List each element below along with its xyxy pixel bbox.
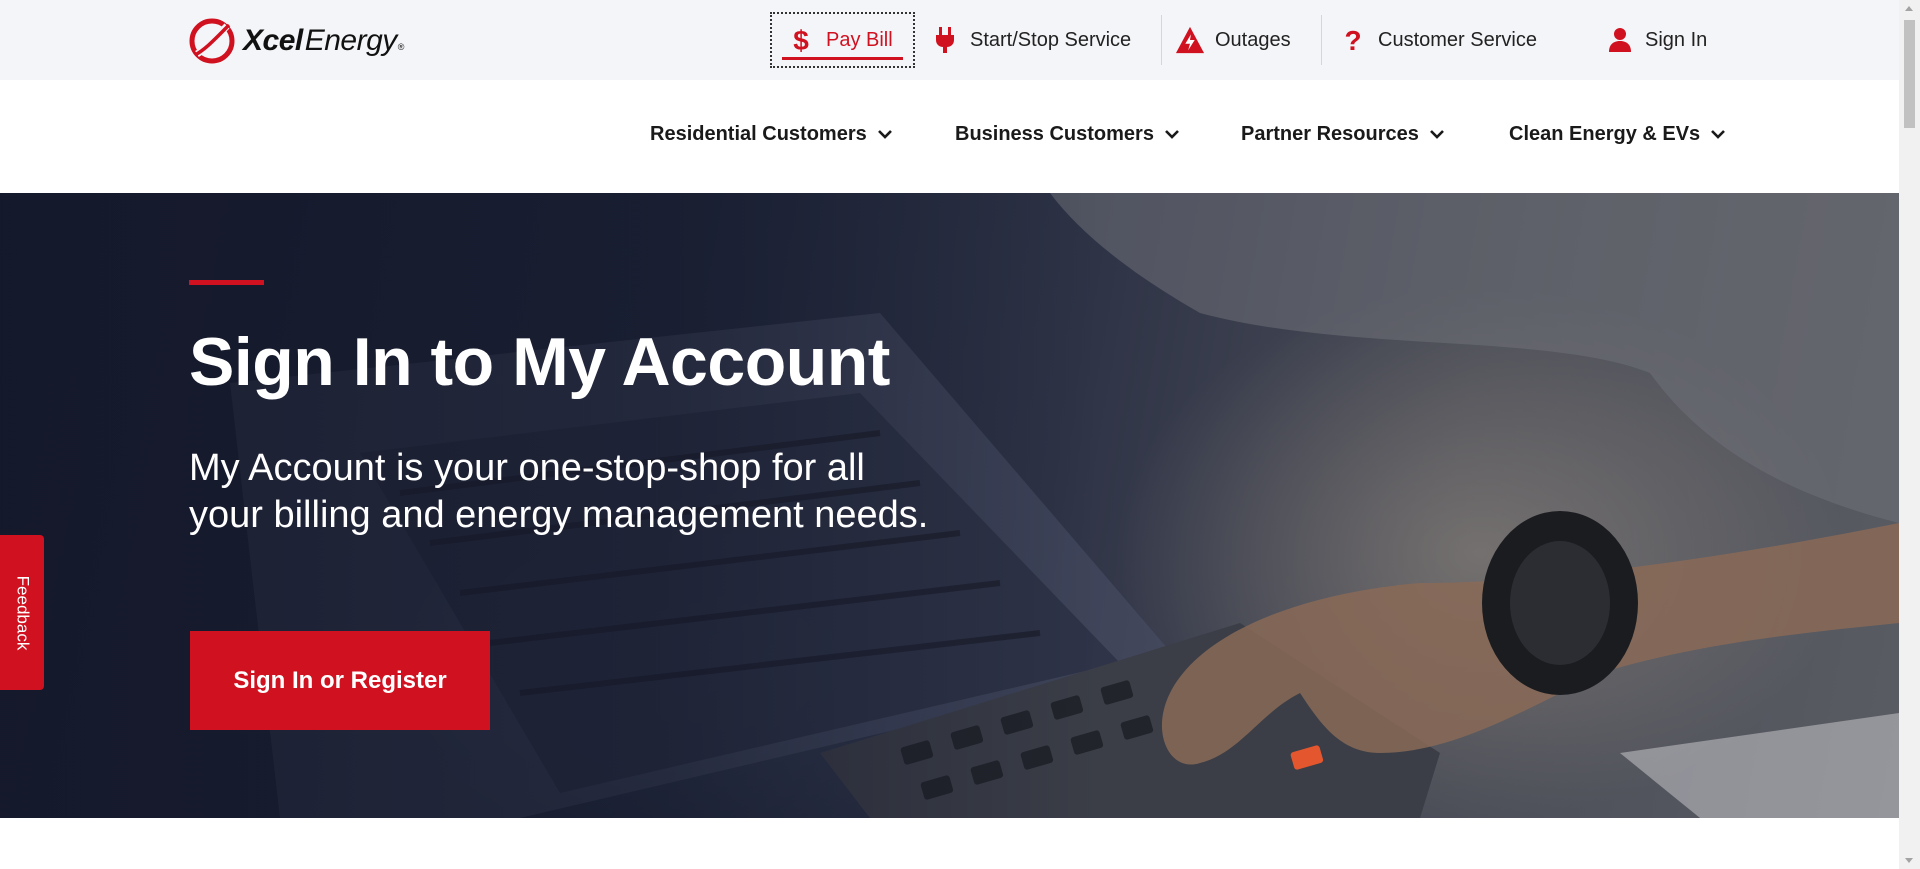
- lightning-warning-icon: [1175, 25, 1205, 55]
- pay-bill-link[interactable]: $ Pay Bill: [770, 12, 915, 68]
- nav-item-label: Business Customers: [955, 122, 1154, 145]
- vertical-scrollbar[interactable]: [1899, 0, 1920, 869]
- page-title: Sign In to My Account: [189, 324, 890, 400]
- hero-subtitle: My Account is your one-stop-shop for all…: [189, 447, 929, 536]
- feedback-label: Feedback: [13, 575, 33, 650]
- dollar-icon: $: [786, 25, 816, 55]
- logo-name-bold: Xcel: [243, 24, 303, 57]
- chevron-down-icon: [1711, 130, 1726, 139]
- page: Xcel Energy ® $ Pay Bill Start/Stop Serv…: [0, 0, 1899, 869]
- nav-item-label: Partner Resources: [1241, 122, 1419, 145]
- feedback-tab[interactable]: Feedback: [0, 535, 44, 690]
- logo-wordmark: Xcel Energy ®: [243, 24, 404, 58]
- start-stop-service-label: Start/Stop Service: [970, 28, 1132, 51]
- nav-item-label: Residential Customers: [650, 122, 867, 145]
- sign-in-label: Sign In: [1645, 28, 1708, 51]
- utility-divider: [1161, 15, 1162, 65]
- outages-link[interactable]: Outages: [1175, 12, 1291, 68]
- question-icon: ?: [1338, 25, 1368, 55]
- sign-in-link[interactable]: Sign In: [1605, 12, 1707, 68]
- sign-in-or-register-button[interactable]: Sign In or Register: [190, 631, 490, 730]
- scroll-down-arrow-icon[interactable]: [1905, 858, 1913, 863]
- chevron-down-icon: [877, 130, 892, 139]
- utility-divider: [1321, 15, 1322, 65]
- customer-service-label: Customer Service: [1378, 28, 1537, 51]
- logo-name-light: Energy: [304, 24, 398, 57]
- xcel-logo-mark-icon: [189, 18, 235, 64]
- nav-partner-resources[interactable]: Partner Resources: [1241, 118, 1445, 150]
- logo-registered: ®: [397, 42, 405, 52]
- pay-bill-underline: [782, 57, 903, 60]
- plug-icon: [930, 25, 960, 55]
- main-nav: Residential Customers Business Customers…: [0, 80, 1899, 193]
- customer-service-link[interactable]: ? Customer Service: [1338, 12, 1537, 68]
- chevron-down-icon: [1429, 130, 1444, 139]
- nav-item-label: Clean Energy & EVs: [1509, 122, 1701, 145]
- utility-bar: Xcel Energy ® $ Pay Bill Start/Stop Serv…: [0, 0, 1899, 80]
- svg-text:?: ?: [1344, 25, 1361, 55]
- start-stop-service-link[interactable]: Start/Stop Service: [930, 12, 1131, 68]
- xcel-energy-logo[interactable]: Xcel Energy ®: [189, 18, 404, 64]
- scroll-up-arrow-icon[interactable]: [1905, 6, 1913, 11]
- hero-banner: Sign In to My Account My Account is your…: [0, 193, 1899, 818]
- outages-label: Outages: [1215, 28, 1291, 51]
- nav-business-customers[interactable]: Business Customers: [955, 118, 1180, 150]
- scrollbar-thumb[interactable]: [1904, 20, 1915, 128]
- nav-residential-customers[interactable]: Residential Customers: [650, 118, 893, 150]
- pay-bill-label: Pay Bill: [826, 28, 893, 51]
- hero-accent-bar: [189, 280, 264, 285]
- chevron-down-icon: [1165, 130, 1179, 139]
- svg-text:$: $: [793, 25, 809, 55]
- nav-clean-energy-evs[interactable]: Clean Energy & EVs: [1509, 118, 1726, 150]
- user-icon: [1605, 25, 1635, 55]
